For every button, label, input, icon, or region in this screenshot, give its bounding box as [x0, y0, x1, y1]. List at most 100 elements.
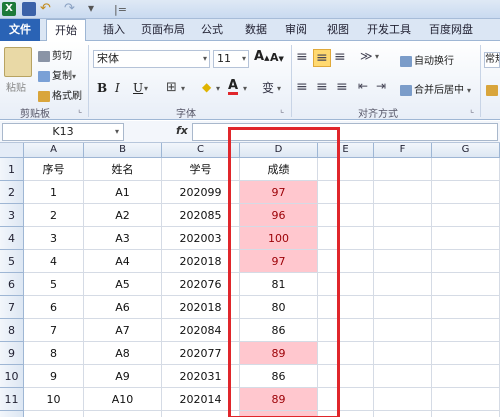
empty-cell[interactable]	[374, 227, 432, 250]
empty-cell[interactable]	[432, 158, 500, 181]
cut-button[interactable]: 剪切	[38, 47, 72, 62]
tab-file[interactable]: 文件	[0, 19, 40, 41]
cell-a[interactable]: 10	[24, 388, 84, 411]
cell-d[interactable]: 81	[240, 273, 318, 296]
cell-a[interactable]: 2	[24, 204, 84, 227]
tab-review[interactable]: 审阅	[280, 19, 312, 41]
column-header-b[interactable]: B	[84, 143, 162, 158]
font-name-select[interactable]: 宋体 ▾	[93, 50, 210, 68]
cell-a[interactable]: 11	[24, 411, 84, 417]
row-header[interactable]: 8	[0, 319, 24, 342]
empty-cell[interactable]	[318, 365, 374, 388]
cell-a[interactable]: 1	[24, 181, 84, 204]
save-icon[interactable]	[22, 2, 36, 16]
border-button[interactable]: ⊞	[166, 80, 177, 95]
alignment-dialog-launcher[interactable]: ⌞	[470, 105, 474, 115]
column-header-a[interactable]: A	[24, 143, 84, 158]
row-header[interactable]: 2	[0, 181, 24, 204]
cell-c[interactable]: 202084	[162, 319, 240, 342]
cell-a[interactable]: 8	[24, 342, 84, 365]
cell-d[interactable]: 91	[240, 411, 318, 417]
empty-cell[interactable]	[432, 411, 500, 417]
empty-cell[interactable]	[432, 296, 500, 319]
align-right-button[interactable]: ≡	[336, 79, 348, 95]
cell-a[interactable]: 序号	[24, 158, 84, 181]
empty-cell[interactable]	[432, 342, 500, 365]
empty-cell[interactable]	[318, 204, 374, 227]
cell-d[interactable]: 97	[240, 250, 318, 273]
underline-button[interactable]: U	[133, 81, 143, 95]
empty-cell[interactable]	[318, 158, 374, 181]
formula-input[interactable]	[192, 123, 498, 141]
font-color-dropdown-icon[interactable]: ▾	[243, 84, 247, 93]
empty-cell[interactable]	[432, 273, 500, 296]
paste-icon[interactable]	[4, 47, 32, 77]
copy-button[interactable]: 复制▾	[38, 67, 76, 82]
cell-b[interactable]: A3	[84, 227, 162, 250]
cell-d[interactable]: 80	[240, 296, 318, 319]
font-dialog-launcher[interactable]: ⌞	[280, 105, 284, 115]
empty-cell[interactable]	[432, 204, 500, 227]
number-format-select[interactable]: 常规	[484, 52, 500, 68]
cell-d[interactable]: 96	[240, 204, 318, 227]
cell-c[interactable]: 202076	[162, 273, 240, 296]
empty-cell[interactable]	[432, 250, 500, 273]
column-header-f[interactable]: F	[374, 143, 432, 158]
shrink-font-button[interactable]: A▼	[270, 51, 284, 64]
empty-cell[interactable]	[374, 181, 432, 204]
fill-color-dropdown-icon[interactable]: ▾	[216, 84, 220, 93]
row-header[interactable]: 1	[0, 158, 24, 181]
align-top-button[interactable]: ≡	[296, 49, 308, 65]
column-header-e[interactable]: E	[318, 143, 374, 158]
format-painter-button[interactable]: 格式刷	[38, 87, 82, 102]
cell-b[interactable]: A5	[84, 273, 162, 296]
empty-cell[interactable]	[318, 388, 374, 411]
row-header[interactable]: 11	[0, 388, 24, 411]
row-header[interactable]: 7	[0, 296, 24, 319]
font-color-button[interactable]: A	[228, 79, 239, 95]
merge-center-button[interactable]: 合并后居中 ▾	[400, 81, 471, 96]
column-header-c[interactable]: C	[162, 143, 240, 158]
empty-cell[interactable]	[432, 365, 500, 388]
empty-cell[interactable]	[374, 250, 432, 273]
cell-b[interactable]: A9	[84, 365, 162, 388]
cell-d[interactable]: 成绩	[240, 158, 318, 181]
cell-a[interactable]: 3	[24, 227, 84, 250]
tab-page-layout[interactable]: 页面布局	[136, 19, 190, 41]
empty-cell[interactable]	[318, 319, 374, 342]
name-box[interactable]: K13 ▾	[2, 123, 124, 141]
fill-color-button[interactable]: ◆	[202, 80, 211, 94]
row-header[interactable]: 10	[0, 365, 24, 388]
cell-a[interactable]: 5	[24, 273, 84, 296]
cell-b[interactable]: A8	[84, 342, 162, 365]
empty-cell[interactable]	[374, 273, 432, 296]
cell-c[interactable]: 202099	[162, 181, 240, 204]
empty-cell[interactable]	[432, 181, 500, 204]
cell-a[interactable]: 4	[24, 250, 84, 273]
cell-b[interactable]: A1	[84, 181, 162, 204]
border-dropdown-icon[interactable]: ▾	[181, 84, 185, 93]
empty-cell[interactable]	[374, 158, 432, 181]
cell-c[interactable]: 202018	[162, 296, 240, 319]
cell-b[interactable]: A7	[84, 319, 162, 342]
empty-cell[interactable]	[374, 319, 432, 342]
cell-c[interactable]: 202014	[162, 388, 240, 411]
empty-cell[interactable]	[374, 342, 432, 365]
tab-baidu-netdisk[interactable]: 百度网盘	[424, 19, 478, 41]
empty-cell[interactable]	[318, 250, 374, 273]
align-middle-button[interactable]: ≡	[313, 49, 331, 67]
align-center-button[interactable]: ≡	[316, 79, 328, 95]
tab-developer[interactable]: 开发工具	[362, 19, 416, 41]
empty-cell[interactable]	[318, 342, 374, 365]
decrease-indent-button[interactable]: ⇤	[358, 79, 368, 93]
cell-d[interactable]: 89	[240, 342, 318, 365]
cell-b[interactable]: A2	[84, 204, 162, 227]
cell-d[interactable]: 86	[240, 319, 318, 342]
excel-icon[interactable]: X	[2, 2, 16, 16]
phonetic-button[interactable]: 变	[262, 79, 274, 96]
orientation-button[interactable]: ≫	[360, 49, 373, 63]
cell-d[interactable]: 86	[240, 365, 318, 388]
underline-dropdown-icon[interactable]: ▾	[144, 84, 148, 93]
qat-customize-menu[interactable]: |=	[114, 3, 127, 16]
insert-function-icon[interactable]: fx	[176, 124, 188, 137]
